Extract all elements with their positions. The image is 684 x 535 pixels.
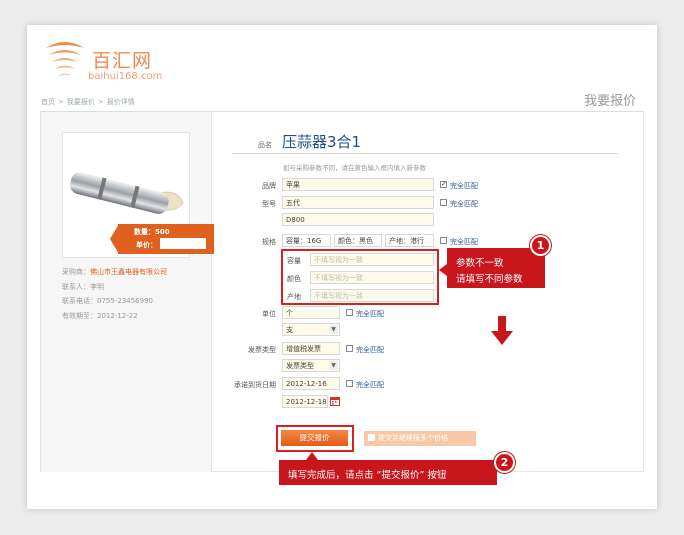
callout-2-number: 2 <box>494 452 515 473</box>
model-input[interactable]: 五代 <box>282 196 434 209</box>
brand-label: 品牌 <box>262 182 276 190</box>
invoice-match-checkbox[interactable] <box>346 345 353 352</box>
invoice-label: 发票类型 <box>248 346 276 354</box>
breadcrumb-sep: > <box>58 98 64 106</box>
calendar-icon[interactable] <box>330 396 340 406</box>
brand-name[interactable]: 百汇网 <box>92 46 152 73</box>
chevron-down-icon: ▼ <box>329 325 338 334</box>
model-extra-input[interactable]: D800 <box>282 213 434 226</box>
model-match-label: 完全匹配 <box>450 200 478 208</box>
spec-chip-color: 颜色：黑色 <box>334 234 382 247</box>
callout-1-number: 1 <box>530 235 551 256</box>
logo-mark-icon <box>46 42 84 76</box>
spec-chip-capacity: 容量：16G <box>282 234 331 247</box>
invoice-match-label: 完全匹配 <box>356 346 384 354</box>
unit-price-input[interactable] <box>160 238 206 249</box>
unit-match-checkbox[interactable] <box>346 309 353 316</box>
model-match-checkbox[interactable] <box>440 199 447 206</box>
unit-price-label: 单价： <box>136 241 157 249</box>
page-title: 我要报价 <box>584 94 637 109</box>
spec-match-checkbox[interactable] <box>440 237 447 244</box>
breadcrumb-current: 报价详情 <box>106 98 135 106</box>
unit-match-label: 完全匹配 <box>356 310 384 318</box>
name-label: 品名 <box>258 141 272 149</box>
breadcrumb-home[interactable]: 首页 <box>41 98 55 106</box>
submit-multi-button[interactable]: 提交并继续报多个价格 <box>364 431 476 446</box>
edit-icon <box>368 434 375 441</box>
breadcrumb-quote[interactable]: 我要报价 <box>67 98 95 106</box>
contact-info: 联系人：李明 <box>62 283 104 291</box>
callout-2-pointer <box>306 452 318 460</box>
delivery-date-input[interactable]: 2012-12-18 <box>282 395 328 408</box>
breadcrumb-sep: > <box>97 98 104 106</box>
unit-select[interactable]: 支 ▼ <box>282 323 340 336</box>
title-divider <box>232 153 618 154</box>
spec-label: 规格 <box>262 238 276 246</box>
callout-1: 参数不一致 请填写不同参数 <box>447 248 545 288</box>
unit-input[interactable]: 个 <box>282 306 340 319</box>
brand-match-label: 完全匹配 <box>450 182 478 190</box>
spec-capacity-label: 容量 <box>287 257 301 265</box>
callout-1-line1: 参数不一致 <box>456 258 504 269</box>
chevron-down-icon: ▼ <box>329 361 338 370</box>
brand-domain: baihui168.com <box>88 71 163 82</box>
delivery-label: 承诺到货日期 <box>234 381 276 389</box>
spec-match-label: 完全匹配 <box>450 238 478 246</box>
spec-color-input[interactable]: 不填写视为一致 <box>310 271 434 284</box>
callout-2: 填写完成后，请点击 “提交报价” 按钮 <box>279 460 497 485</box>
quantity-label: 数量：500 <box>134 228 170 236</box>
buyer-label: 采购商： <box>62 268 90 276</box>
form-hint: 如与采购参数不同，请在黄色输入框内填入新参数 <box>283 164 426 172</box>
quantity-price-tag: 数量：500 单价： <box>118 224 214 254</box>
callout-1-line2: 请填写不同参数 <box>456 274 523 285</box>
submit-multi-label: 提交并继续报多个价格 <box>378 434 448 442</box>
spec-origin-label: 产地 <box>287 293 301 301</box>
delivery-input[interactable]: 2012-12-16 <box>282 377 340 390</box>
invoice-select[interactable]: 发票类型 ▼ <box>282 359 340 372</box>
phone-info: 联系电话：0755-23456990 <box>62 297 153 305</box>
invoice-select-value: 发票类型 <box>286 362 314 370</box>
spec-chip-origin: 产地：港行 <box>385 234 434 247</box>
delivery-match-checkbox[interactable] <box>346 380 353 387</box>
callout-2-text: 填写完成后，请点击 “提交报价” 按钮 <box>288 470 447 481</box>
invoice-input[interactable]: 增值税发票 <box>282 342 340 355</box>
buyer-info: 采购商：佛山市王鑫电器有限公司 <box>62 267 167 277</box>
spec-capacity-input[interactable]: 不填写视为一致 <box>310 253 434 266</box>
delivery-match-label: 完全匹配 <box>356 381 384 389</box>
breadcrumb: 首页 > 我要报价 > 报价详情 <box>41 97 138 107</box>
buyer-name[interactable]: 佛山市王鑫电器有限公司 <box>90 268 167 276</box>
model-label: 型号 <box>262 200 276 208</box>
brand-match-checkbox[interactable]: ✓ <box>440 181 447 188</box>
submit-quote-button[interactable]: 提交报价 <box>281 430 348 446</box>
product-name: 压蒜器3合1 <box>282 133 362 151</box>
down-arrow-icon <box>491 316 513 345</box>
unit-select-value: 支 <box>286 326 293 334</box>
spec-color-label: 颜色 <box>287 275 301 283</box>
callout-1-pointer <box>439 264 447 276</box>
spec-origin-input[interactable]: 不填写视为一致 <box>310 289 434 302</box>
deadline-info: 有效期至：2012-12-22 <box>62 312 138 320</box>
unit-label: 单位 <box>262 310 276 318</box>
brand-input[interactable]: 苹果 <box>282 178 434 191</box>
